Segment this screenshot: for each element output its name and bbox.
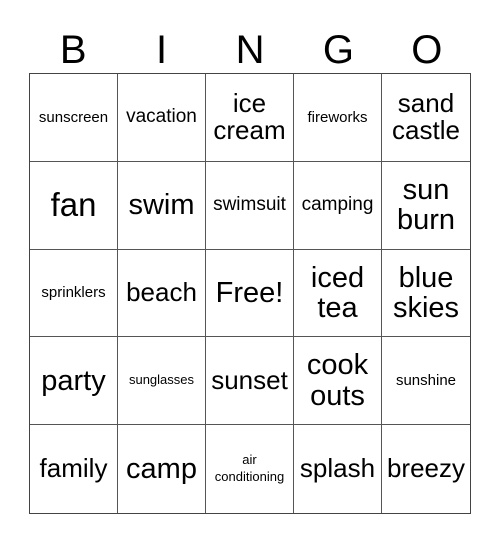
header-letter-g: G [322,28,354,72]
free-space-cell[interactable]: Free! [206,249,294,338]
bingo-cell[interactable]: swim [118,161,206,250]
header-letter-b: B [59,28,87,72]
bingo-cell[interactable]: breezy [382,425,470,513]
header-letter-n: N [235,28,265,72]
bingo-cell[interactable]: blue skies [382,250,470,338]
bingo-cell[interactable]: swimsuit [206,161,294,250]
bingo-cell[interactable]: ice cream [206,74,294,162]
bingo-cell[interactable]: cook outs [294,337,382,426]
bingo-cell[interactable]: camping [294,161,382,250]
bingo-header: B I N G O [29,28,471,72]
bingo-cell[interactable]: sunset [206,337,294,426]
bingo-cell[interactable]: fireworks [294,74,382,162]
bingo-cell[interactable]: vacation [118,74,206,162]
bingo-cell[interactable]: splash [294,425,382,513]
bingo-cell[interactable]: sunscreen [30,74,118,162]
bingo-cell[interactable]: beach [118,249,206,338]
bingo-cell[interactable]: sunshine [382,337,470,426]
bingo-cell[interactable]: party [30,337,118,426]
bingo-cell[interactable]: iced tea [294,249,382,338]
bingo-cell[interactable]: camp [118,425,206,513]
header-letter-o: O [411,28,443,72]
bingo-cell[interactable]: air conditioning [206,425,294,513]
header-letter-i: I [156,28,168,72]
bingo-cell[interactable]: sand castle [382,74,470,162]
bingo-cell[interactable]: fan [30,161,118,250]
bingo-cell[interactable]: sunglasses [118,337,206,426]
bingo-grid: sunscreen vacation ice cream fireworks sand … [29,73,471,514]
bingo-cell[interactable]: sprinklers [30,249,118,338]
bingo-cell[interactable]: sun burn [382,162,470,250]
bingo-cell[interactable]: family [30,425,118,513]
